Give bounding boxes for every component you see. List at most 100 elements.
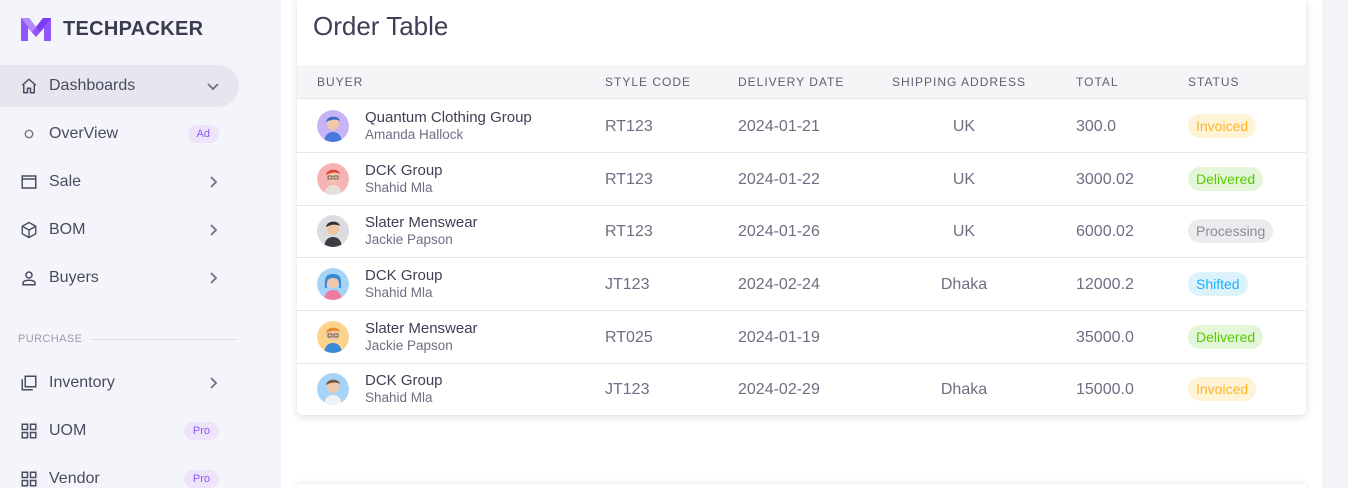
- sidebar-item-label: Buyers: [49, 269, 99, 286]
- avatar: [317, 215, 349, 247]
- chevron-right-icon: [205, 375, 221, 391]
- total: 3000.02: [1076, 171, 1134, 188]
- sidebar-item-buyers[interactable]: Buyers: [0, 257, 239, 299]
- table-row[interactable]: DCK Group Shahid Mla JT123 2024-02-24 Dh…: [297, 258, 1306, 311]
- avatar: [317, 373, 349, 405]
- inventory-icon: [20, 374, 38, 392]
- sidebar-item-bom[interactable]: BOM: [0, 209, 239, 251]
- table-row[interactable]: DCK Group Shahid Mla RT123 2024-01-22 UK…: [297, 153, 1306, 206]
- shipping-address: Dhaka: [940, 276, 988, 293]
- sidebar-item-overview[interactable]: OverView Ad: [0, 113, 239, 155]
- buyer-name: Quantum Clothing Group: [365, 109, 532, 126]
- shipping-address: UK: [952, 171, 976, 188]
- avatar: [317, 163, 349, 195]
- cube-icon: [20, 221, 38, 239]
- sidebar-item-label: UOM: [49, 422, 87, 439]
- next-card-edge: [297, 484, 1306, 488]
- buyer-name: Slater Menswear: [365, 320, 478, 337]
- avatar: [317, 321, 349, 353]
- buyer-name: DCK Group: [365, 372, 443, 389]
- delivery-date: 2024-01-19: [738, 329, 820, 346]
- style-code: JT123: [605, 276, 650, 293]
- status-chip: Processing: [1188, 219, 1274, 243]
- sidebar-item-uom[interactable]: UOM Pro: [0, 410, 239, 452]
- sidebar-item-vendor[interactable]: Vendor Pro: [0, 458, 239, 488]
- status-chip: Shifted: [1188, 272, 1248, 296]
- sidebar-item-label: Vendor: [49, 470, 100, 487]
- shipping-address: Dhaka: [940, 381, 988, 398]
- right-gutter: [1322, 0, 1348, 488]
- sidebar-item-label: OverView: [49, 125, 119, 142]
- pro-badge: Pro: [183, 470, 219, 488]
- sidebar-item-label: Inventory: [49, 374, 115, 391]
- card-title: Order Table: [313, 11, 449, 41]
- total: 300.0: [1076, 118, 1117, 135]
- techpacker-logo-icon: [21, 18, 51, 41]
- total: 12000.2: [1076, 276, 1134, 293]
- grid-icon: [20, 470, 38, 488]
- section-title: PURCHASE: [18, 333, 83, 345]
- buyer-contact: Jackie Papson: [365, 232, 453, 247]
- divider: [92, 338, 237, 340]
- sidebar-item-label: BOM: [49, 221, 86, 238]
- total: 15000.0: [1076, 381, 1134, 398]
- sidebar-item-inventory[interactable]: Inventory: [0, 362, 239, 404]
- column-header-total[interactable]: TOTAL: [1076, 75, 1119, 89]
- style-code: RT123: [605, 223, 653, 240]
- status-chip: Invoiced: [1188, 377, 1257, 401]
- total: 35000.0: [1076, 329, 1134, 346]
- buyer-contact: Amanda Hallock: [365, 127, 464, 142]
- table-row[interactable]: Slater Menswear Jackie Papson RT025 2024…: [297, 311, 1306, 364]
- status-chip: Delivered: [1188, 325, 1264, 349]
- table-row[interactable]: Quantum Clothing Group Amanda Hallock RT…: [297, 100, 1306, 153]
- ad-badge: Ad: [187, 125, 219, 143]
- sidebar-item-label: Sale: [49, 173, 82, 190]
- total: 6000.02: [1076, 223, 1134, 240]
- sidebar-item-sale[interactable]: Sale: [0, 161, 239, 203]
- style-code: RT123: [605, 118, 653, 135]
- avatar: [317, 110, 349, 142]
- sidebar: TECHPACKER Dashboards OverView Ad Sale B…: [0, 0, 250, 488]
- buyer-contact: Shahid Mla: [365, 285, 433, 300]
- table-header: BUYER STYLE CODE DELIVERY DATE SHIPPING …: [297, 65, 1306, 99]
- table-row[interactable]: DCK Group Shahid Mla JT123 2024-02-29 Dh…: [297, 363, 1306, 415]
- table-row[interactable]: Slater Menswear Jackie Papson RT123 2024…: [297, 205, 1306, 258]
- delivery-date: 2024-01-22: [738, 171, 820, 188]
- account-icon: [20, 269, 38, 287]
- section-header-purchase: PURCHASE: [18, 333, 237, 345]
- sidebar-item-dashboards[interactable]: Dashboards: [0, 65, 239, 107]
- pro-badge: Pro: [183, 422, 219, 440]
- style-code: JT123: [605, 381, 650, 398]
- chevron-right-icon: [205, 270, 221, 286]
- chevron-down-icon: [205, 78, 221, 94]
- shipping-address: UK: [952, 118, 976, 135]
- style-code: RT025: [605, 329, 653, 346]
- buyer-name: DCK Group: [365, 162, 443, 179]
- buyer-contact: Jackie Papson: [365, 338, 453, 353]
- style-code: RT123: [605, 171, 653, 188]
- buyer-contact: Shahid Mla: [365, 390, 433, 405]
- column-header-style-code[interactable]: STYLE CODE: [605, 75, 691, 89]
- column-header-shipping-address[interactable]: SHIPPING ADDRESS: [892, 75, 1026, 89]
- chevron-right-icon: [205, 222, 221, 238]
- column-header-delivery-date[interactable]: DELIVERY DATE: [738, 75, 844, 89]
- chevron-right-icon: [205, 174, 221, 190]
- grid-icon: [20, 422, 38, 440]
- status-chip: Invoiced: [1188, 114, 1257, 138]
- column-header-buyer[interactable]: BUYER: [317, 75, 363, 89]
- delivery-date: 2024-01-21: [738, 118, 820, 135]
- avatar: [317, 268, 349, 300]
- brand-name: TECHPACKER: [63, 17, 204, 40]
- column-header-status[interactable]: STATUS: [1188, 75, 1240, 89]
- brand[interactable]: TECHPACKER: [20, 16, 203, 42]
- delivery-date: 2024-01-26: [738, 223, 820, 240]
- delivery-date: 2024-02-29: [738, 381, 820, 398]
- circle-outline-icon: [20, 125, 38, 143]
- window-icon: [20, 173, 38, 191]
- shipping-address: UK: [952, 223, 976, 240]
- delivery-date: 2024-02-24: [738, 276, 820, 293]
- status-chip: Delivered: [1188, 167, 1264, 191]
- buyer-name: DCK Group: [365, 267, 443, 284]
- order-table-card: Order Table BUYER STYLE CODE DELIVERY DA…: [297, 0, 1306, 415]
- sidebar-item-label: Dashboards: [49, 77, 136, 94]
